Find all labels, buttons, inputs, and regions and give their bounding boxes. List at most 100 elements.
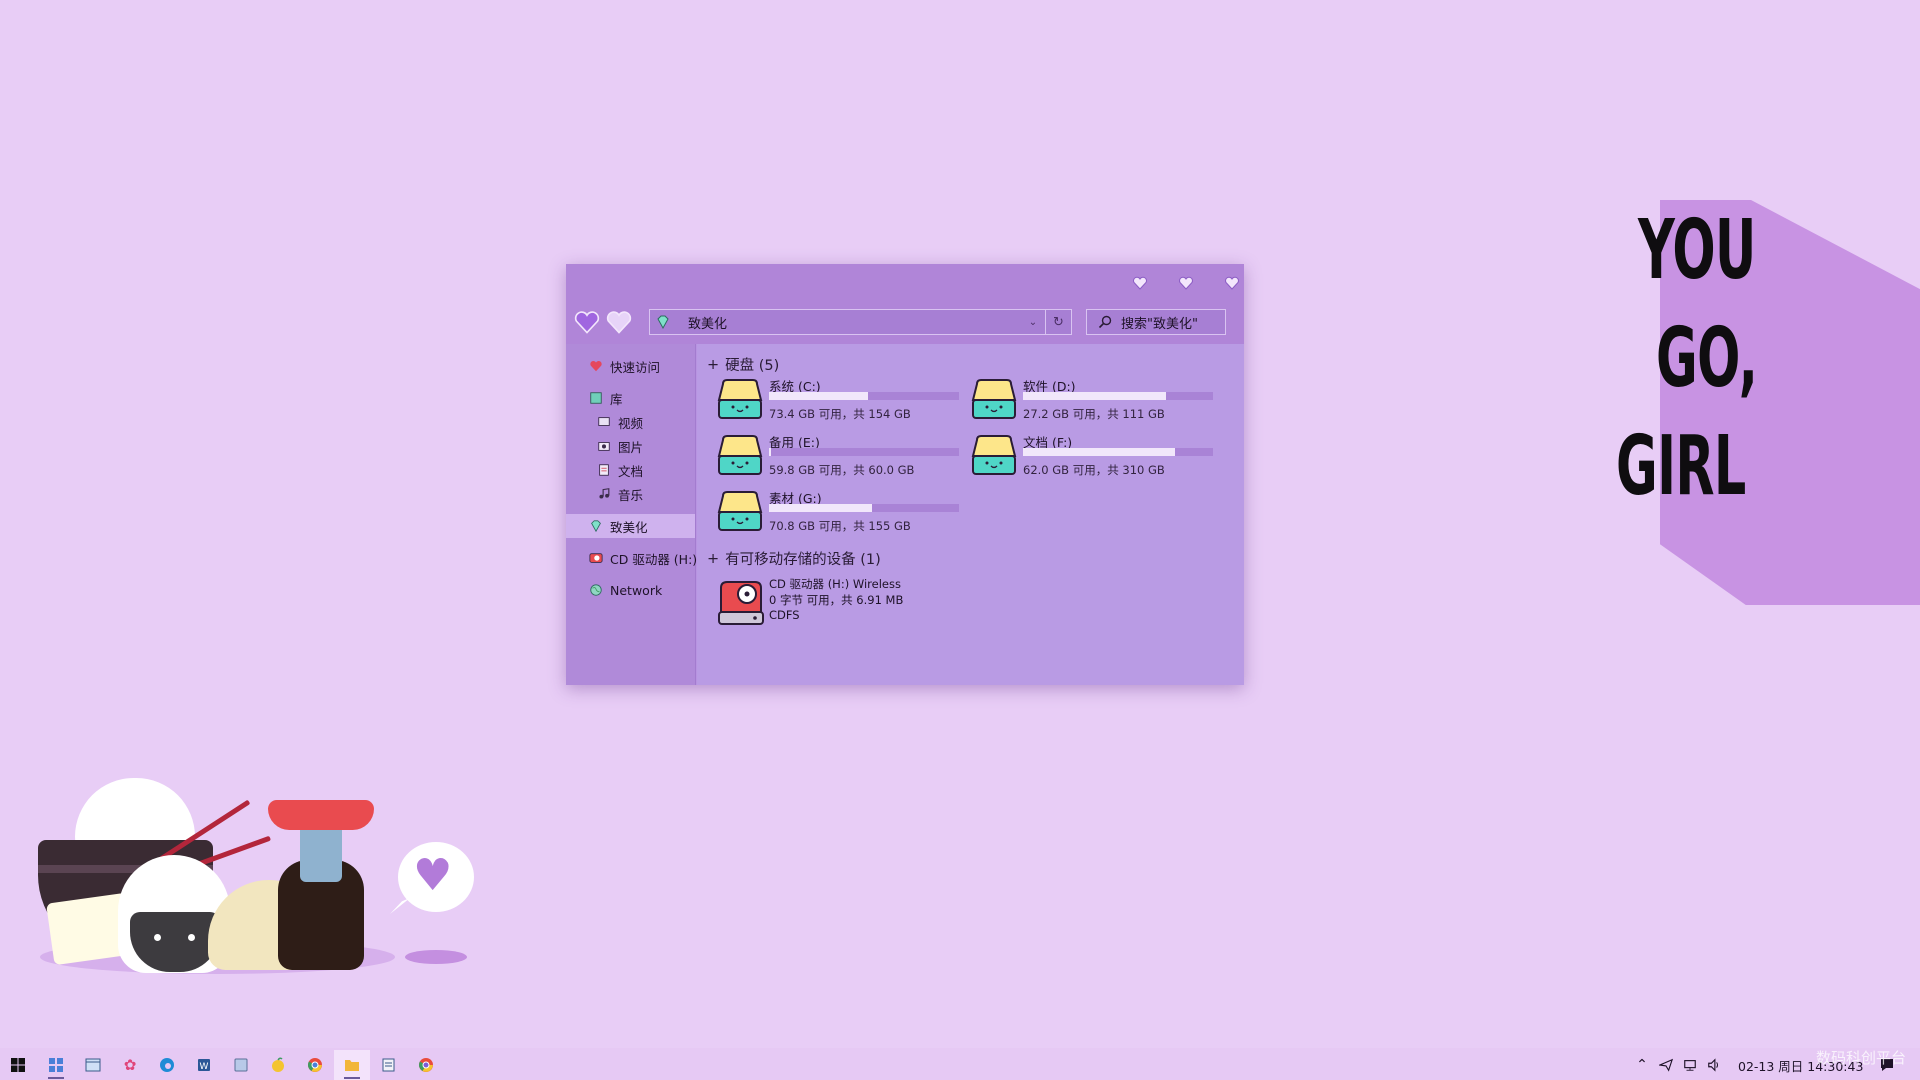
folder-icon: [345, 1060, 359, 1071]
sidebar-item-label: 致美化: [610, 519, 648, 535]
tray-telegram[interactable]: [1655, 1050, 1677, 1080]
taskbar-edge[interactable]: [149, 1050, 185, 1080]
sidebar-item-zhimeihua[interactable]: 致美化: [566, 514, 695, 538]
slogan-line-3: GIRL: [1616, 419, 1746, 514]
cd-drive-icon: [718, 581, 764, 625]
tray-network[interactable]: [1679, 1050, 1701, 1080]
drive-space: 70.8 GB 可用，共 155 GB: [769, 519, 911, 533]
usage-fill: [769, 448, 771, 456]
heart-icon: [1133, 276, 1147, 290]
refresh-button[interactable]: ↻: [1045, 310, 1071, 334]
network-icon: [1684, 1060, 1696, 1071]
taskbar-photoshop[interactable]: [223, 1050, 259, 1080]
usage-fill: [769, 504, 872, 512]
heart-forward-icon: [606, 311, 632, 334]
sidebar-item-quick-access[interactable]: 快速访问: [588, 354, 660, 378]
start-button[interactable]: [0, 1050, 36, 1080]
sidebar-item-network[interactable]: Network: [588, 578, 662, 602]
usage-bar: [769, 448, 959, 456]
usage-fill: [769, 392, 868, 400]
drive-d[interactable]: 软件 (D:) 27.2 GB 可用，共 111 GB: [971, 376, 1221, 422]
drive-c[interactable]: 系统 (C:) 73.4 GB 可用，共 154 GB: [717, 376, 967, 422]
document-icon: [596, 462, 612, 478]
group-title: 硬盘 (5): [725, 358, 780, 374]
back-button[interactable]: [572, 308, 602, 336]
sidebar-item-documents[interactable]: 文档: [596, 458, 643, 482]
bottle-neck: [300, 822, 342, 882]
svg-text:W: W: [200, 1062, 209, 1072]
maximize-button[interactable]: [1172, 272, 1200, 294]
edge-icon: [160, 1058, 174, 1072]
chevron-up-icon: ⌃: [1636, 1057, 1648, 1073]
expand-icon: +: [707, 356, 720, 373]
heart-icon: [1179, 276, 1193, 290]
sidebar-item-pictures[interactable]: 图片: [596, 434, 643, 458]
windows-start-icon: [11, 1058, 25, 1072]
taskbar-fruit-app[interactable]: [260, 1050, 296, 1080]
soy-sauce-bottle: [268, 800, 374, 970]
hard-disks-header[interactable]: + 硬盘 (5): [707, 354, 779, 375]
expand-icon: +: [707, 550, 720, 567]
taskbar: ✿ W ⌃: [0, 1048, 1920, 1080]
send-icon: [1659, 1058, 1673, 1072]
drive-space: 27.2 GB 可用，共 111 GB: [1023, 407, 1165, 421]
tray-overflow-button[interactable]: ⌃: [1632, 1050, 1652, 1080]
taskbar-notepad[interactable]: [371, 1050, 407, 1080]
address-text: 致美化: [688, 316, 728, 332]
active-indicator: [344, 1077, 360, 1079]
sidebar-item-music[interactable]: 音乐: [596, 482, 643, 506]
taskbar-xiu[interactable]: ✿: [112, 1050, 148, 1080]
video-icon: [596, 414, 612, 430]
file-explorer-window: 致美化 ⌄ ↻ 搜索"致美化" 快速访问 库 视频 图片 文档 音乐 致美化 C…: [566, 264, 1244, 685]
sidebar-item-videos[interactable]: 视频: [596, 410, 643, 434]
notepad-icon: [382, 1058, 395, 1072]
smiley-drive-icon: [971, 379, 1017, 419]
active-indicator: [48, 1077, 64, 1079]
removable-header[interactable]: + 有可移动存储的设备 (1): [707, 548, 881, 569]
quick-access-heart-icon: [588, 358, 604, 374]
tray-volume[interactable]: [1703, 1050, 1725, 1080]
eye: [154, 934, 161, 941]
drive-g[interactable]: 素材 (G:) 70.8 GB 可用，共 155 GB: [717, 488, 967, 534]
chevron-down-icon[interactable]: ⌄: [1021, 310, 1045, 334]
food-illustration: ♥: [30, 770, 480, 990]
taskbar-chrome-alt[interactable]: [408, 1050, 444, 1080]
eye: [188, 934, 195, 941]
heart-icon: [1225, 276, 1239, 290]
title-bar[interactable]: 致美化 ⌄ ↻ 搜索"致美化": [566, 264, 1244, 344]
bubble-shadow: [405, 950, 467, 964]
taskbar-window-app[interactable]: [75, 1050, 111, 1080]
minimize-button[interactable]: [1126, 272, 1154, 294]
address-bar[interactable]: 致美化 ⌄ ↻: [649, 309, 1072, 335]
cd-name: CD 驱动器 (H:) Wireless: [769, 577, 901, 591]
chrome-icon: [307, 1058, 322, 1072]
cd-drive-icon: [588, 550, 604, 566]
music-icon: [596, 486, 612, 502]
taskbar-chrome[interactable]: [297, 1050, 333, 1080]
cd-drive-h[interactable]: CD 驱动器 (H:) Wireless 0 字节 可用，共 6.91 MB C…: [717, 576, 1017, 628]
sidebar-item-label: 库: [610, 391, 623, 407]
drive-f[interactable]: 文档 (F:) 62.0 GB 可用，共 310 GB: [971, 432, 1221, 478]
taskbar-word[interactable]: W: [186, 1050, 222, 1080]
watermark-text: 数码科创平台: [1816, 1049, 1907, 1067]
search-input[interactable]: 搜索"致美化": [1086, 309, 1226, 335]
forward-button[interactable]: [604, 308, 634, 336]
speaker-icon: [1708, 1058, 1719, 1072]
close-button[interactable]: [1218, 272, 1246, 294]
taskbar-file-explorer[interactable]: [334, 1050, 370, 1080]
gem-icon: [588, 518, 604, 534]
cd-filesystem: CDFS: [769, 608, 800, 622]
sidebar-item-label: 快速访问: [610, 359, 661, 375]
sidebar-item-cd-drive[interactable]: CD 驱动器 (H:): [588, 546, 697, 570]
drive-e[interactable]: 备用 (E:) 59.8 GB 可用，共 60.0 GB: [717, 432, 967, 478]
usage-bar: [769, 504, 959, 512]
xiu-icon: ✿: [123, 1056, 137, 1074]
smiley-drive-icon: [717, 491, 763, 531]
sidebar-item-label: 文档: [618, 463, 644, 479]
widgets-icon: [49, 1058, 63, 1072]
taskbar-widgets[interactable]: [38, 1050, 74, 1080]
sidebar-item-library[interactable]: 库: [588, 386, 623, 410]
search-placeholder: 搜索"致美化": [1121, 316, 1198, 332]
sidebar-item-label: 音乐: [618, 487, 644, 503]
gem-icon: [650, 310, 676, 334]
